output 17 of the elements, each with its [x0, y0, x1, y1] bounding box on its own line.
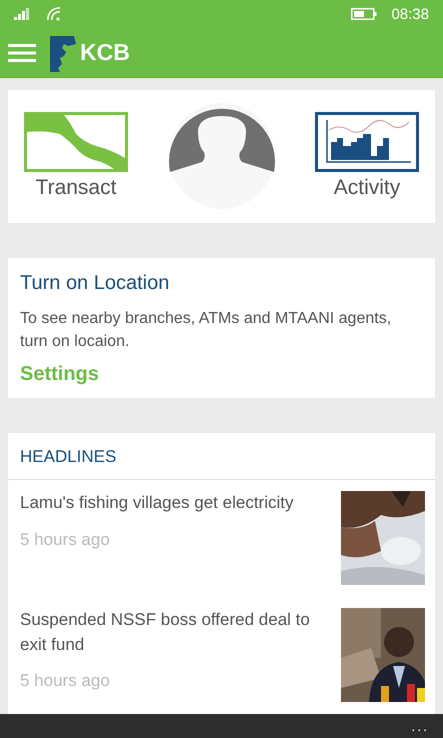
profile-avatar-icon[interactable] [168, 102, 276, 210]
wifi-icon [46, 7, 62, 21]
location-message: To see nearby branches, ATMs and MTAANI agents, turn on locaion. [20, 308, 392, 352]
clock-time: 08:38 [391, 6, 429, 22]
more-options-button[interactable]: ... [411, 719, 429, 733]
signal-icon [14, 8, 32, 20]
battery-icon [351, 8, 378, 20]
logo-text: KCB [80, 39, 130, 66]
transact-label[interactable]: Transact [36, 176, 116, 200]
card-title: Turn on Location [20, 272, 170, 295]
headline-time: 5 hours ago [20, 671, 111, 692]
headline-title[interactable]: Lamu's fishing villages get electricity [20, 491, 320, 516]
activity-label[interactable]: Activity [334, 176, 400, 200]
section-title: HEADLINES [19, 446, 118, 468]
headline-title[interactable]: Suspended NSSF boss offered deal to exit fund [20, 608, 320, 658]
headline-time: 5 hours ago [20, 530, 111, 550]
bar-chart-icon[interactable] [315, 112, 419, 172]
